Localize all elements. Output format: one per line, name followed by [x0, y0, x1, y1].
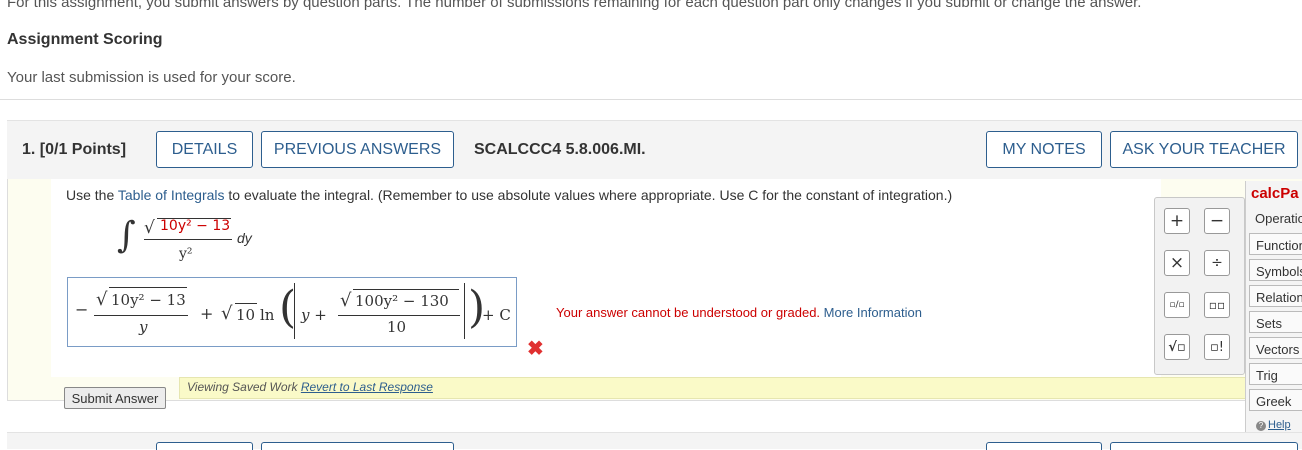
answer-ln: ln [260, 306, 275, 324]
calcpad-tab-relations[interactable]: Relation [1249, 285, 1302, 307]
integral-denominator: y² [179, 246, 193, 262]
table-of-integrals-link[interactable]: Table of Integrals [118, 187, 225, 203]
answer-sqrt2: √ [221, 303, 233, 324]
integral-dy: dy [237, 230, 252, 246]
answer-abs-left [294, 283, 295, 339]
fraction-bar [144, 239, 232, 240]
answer-frac2-den: 10 [387, 318, 407, 336]
calcpad-tab-greek[interactable]: Greek [1249, 389, 1302, 411]
next-details-button[interactable] [156, 442, 253, 450]
calcpad-tab-sets[interactable]: Sets [1249, 311, 1302, 333]
saved-work-text: Viewing Saved Work Revert to Last Respon… [187, 380, 433, 394]
fraction-key[interactable]: ▫/▫ [1164, 292, 1190, 318]
question-prompt: Use the Table of Integrals to evaluate t… [66, 187, 952, 203]
answer-plus1: + [200, 304, 214, 323]
calcpad-tab-functions[interactable]: Function [1249, 233, 1302, 255]
exponent-key[interactable]: ▫▫ [1204, 292, 1230, 318]
answer-plus-c: + C [482, 306, 511, 324]
answer-y-plus: y + [301, 306, 327, 324]
integral-numerator: 10y² − 13 [160, 218, 231, 234]
sqrt-key[interactable]: √▫ [1164, 334, 1190, 360]
details-button[interactable]: DETAILS [156, 131, 253, 168]
answer-input[interactable]: − √ 10y² − 13 y + √ 10 ln ( y + √ 100y² … [67, 277, 517, 347]
divide-key[interactable]: ÷ [1204, 250, 1230, 276]
feedback-message: Your answer cannot be understood or grad… [556, 305, 922, 320]
prompt-post: to evaluate the integral. (Remember to u… [224, 187, 953, 203]
calcpad-tab-vectors[interactable]: Vectors [1249, 337, 1302, 359]
times-key[interactable]: × [1164, 250, 1190, 276]
calcpad-tab-operations[interactable]: Operatio [1249, 207, 1302, 229]
question-id: SCALCCC4 5.8.006.MI. [474, 141, 646, 158]
answer-frac1-bar [94, 315, 188, 316]
next-previous-answers-button[interactable] [261, 442, 454, 450]
divider [0, 99, 1302, 100]
revert-link[interactable]: Revert to Last Response [301, 380, 433, 394]
answer-frac2-bar [338, 315, 460, 316]
factorial-key[interactable]: ▫! [1204, 334, 1230, 360]
feedback-text: Your answer cannot be understood or grad… [556, 305, 824, 320]
plus-key[interactable]: + [1164, 208, 1190, 234]
scoring-text: Your last submission is used for your sc… [7, 69, 296, 86]
question-number: 1. [0/1 Points] [22, 141, 127, 158]
prompt-pre: Use the [66, 187, 118, 203]
next-ask-teacher-button[interactable] [1110, 442, 1298, 450]
answer-frac1-den: y [139, 318, 148, 336]
my-notes-button[interactable]: MY NOTES [986, 131, 1102, 168]
answer-frac2-num: 100y² − 130 [355, 292, 449, 310]
answer-sqrt1: √ [96, 289, 108, 310]
answer-sqrt1-overline [109, 287, 187, 288]
answer-minus: − [75, 300, 89, 319]
answer-sqrt3: √ [340, 290, 352, 311]
saved-work-label: Viewing Saved Work [187, 380, 301, 394]
incorrect-x-icon: ✖ [527, 338, 544, 360]
intro-text: For this assignment, you submit answers … [7, 0, 1142, 11]
sqrt-symbol: √ [144, 218, 155, 238]
minus-key[interactable]: − [1204, 208, 1230, 234]
previous-answers-button[interactable]: PREVIOUS ANSWERS [261, 131, 454, 168]
help-label: Help [1268, 419, 1291, 431]
integral-sign: ∫ [117, 215, 136, 256]
calcpad-tab-symbols[interactable]: Symbols [1249, 259, 1302, 281]
answer-frac1-num: 10y² − 13 [111, 291, 186, 309]
more-information-link[interactable]: More Information [824, 305, 922, 320]
calcpad-tab-trig[interactable]: Trig [1249, 363, 1302, 385]
calcpad-title: calcPa [1251, 185, 1299, 202]
help-icon: ? [1256, 421, 1266, 431]
answer-sqrt2-overline [235, 303, 257, 304]
next-my-notes-button[interactable] [986, 442, 1102, 450]
answer-sqrt2-value: 10 [236, 306, 256, 324]
answer-sqrt3-overline [353, 289, 459, 290]
answer-abs-right [464, 283, 465, 339]
scoring-heading: Assignment Scoring [7, 31, 163, 48]
submit-answer-button[interactable]: Submit Answer [64, 387, 166, 409]
calcpad-help-link[interactable]: ? Help [1256, 419, 1291, 431]
math-palette: + − × ÷ ▫/▫ ▫▫ √▫ ▫! [1154, 197, 1245, 375]
ask-teacher-button[interactable]: ASK YOUR TEACHER [1110, 131, 1298, 168]
